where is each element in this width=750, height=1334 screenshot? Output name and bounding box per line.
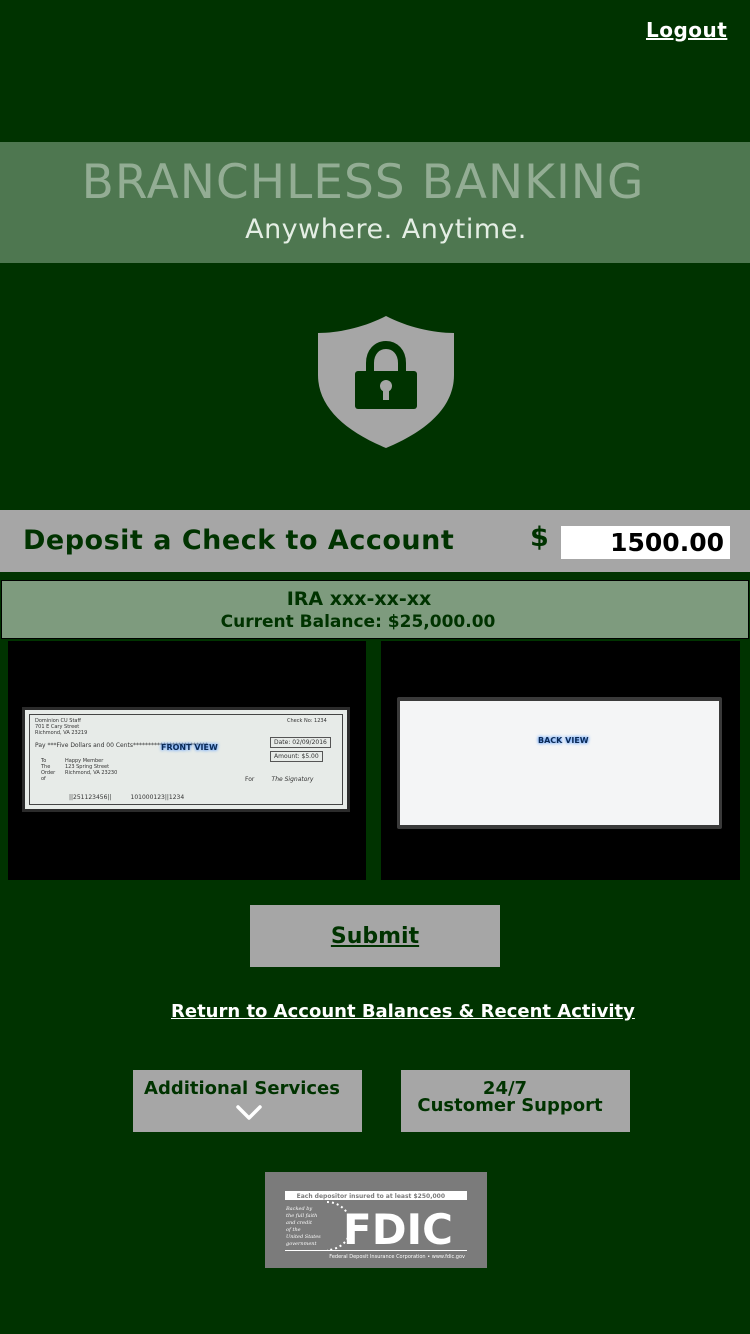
check-back-photo: BACK VIEW xyxy=(397,697,722,829)
additional-services-button[interactable]: Additional Services xyxy=(133,1070,362,1132)
brand-tagline: Anywhere. Anytime. xyxy=(245,214,527,245)
shield-lock-icon xyxy=(318,316,454,448)
brand-title: BRANCHLESS BANKING xyxy=(81,155,645,210)
return-to-balances-link[interactable]: Return to Account Balances & Recent Acti… xyxy=(171,1001,635,1022)
chevron-down-icon xyxy=(236,1105,262,1120)
logout-link[interactable]: Logout xyxy=(646,18,727,42)
fdic-bottom-line: Federal Deposit Insurance Corporation • … xyxy=(329,1254,465,1260)
svg-text:government: government xyxy=(286,1241,318,1247)
account-balance: Current Balance: $25,000.00 xyxy=(220,612,496,632)
fdic-logo: Each depositor insured to at least $250,… xyxy=(265,1172,487,1268)
svg-text:the full faith: the full faith xyxy=(286,1213,317,1219)
svg-text:of the: of the xyxy=(286,1227,301,1233)
support-label: Customer Support xyxy=(417,1095,603,1116)
amount-input[interactable] xyxy=(561,526,730,559)
submit-button[interactable]: Submit xyxy=(250,905,500,967)
front-view-label: FRONT VIEW xyxy=(161,743,218,752)
account-name: IRA xxx-xx-xx xyxy=(286,588,432,610)
svg-text:Backed by: Backed by xyxy=(285,1206,312,1212)
check-front-image[interactable]: Dominion CU Staff 701 E Cary Street Richmo… xyxy=(8,641,366,880)
check-back-image[interactable]: BACK VIEW xyxy=(381,641,740,880)
customer-support-button[interactable]: 24/7 Customer Support xyxy=(401,1070,630,1132)
check-front-photo: Dominion CU Staff 701 E Cary Street Richmo… xyxy=(22,707,350,812)
fdic-logo-graphic: Each depositor insured to at least $250,… xyxy=(285,1191,467,1260)
additional-services-label: Additional Services xyxy=(144,1078,340,1099)
currency-symbol: $ xyxy=(530,522,549,553)
fdic-top-line: Each depositor insured to at least $250,… xyxy=(297,1193,445,1200)
svg-text:and credit: and credit xyxy=(286,1220,313,1226)
svg-text:United States: United States xyxy=(286,1234,321,1240)
fdic-wordmark: FDIC xyxy=(343,1205,453,1254)
back-view-label: BACK VIEW xyxy=(538,736,589,745)
deposit-title: Deposit a Check to Account xyxy=(23,525,455,556)
